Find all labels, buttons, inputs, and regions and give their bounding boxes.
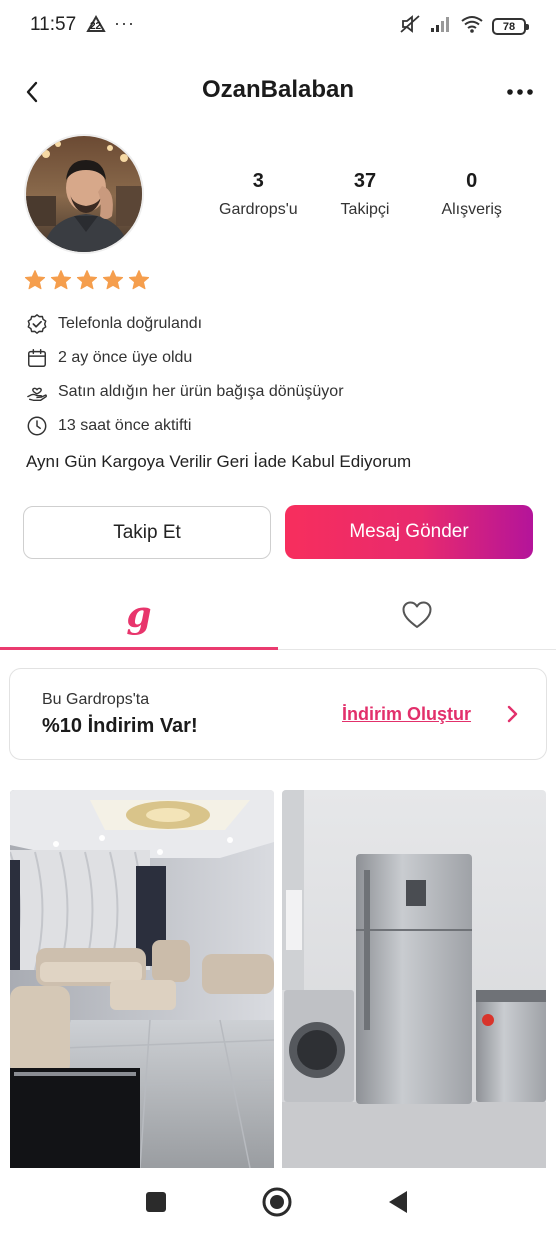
rating-stars[interactable]: [24, 269, 150, 291]
profile-tabs: g: [0, 580, 556, 650]
stat-label: Alışveriş: [441, 201, 502, 218]
product-card-living-room[interactable]: [10, 790, 274, 1168]
stat-value: 37: [353, 170, 377, 192]
more-options-button[interactable]: [500, 74, 540, 110]
stat-purchases[interactable]: 0 Alışveriş: [418, 170, 525, 219]
discount-card[interactable]: Bu Gardrops'ta %10 İndirim Var! İndirim …: [9, 668, 547, 760]
gardrops-logo-icon: g: [126, 594, 152, 636]
status-time: 11:57: [30, 14, 77, 35]
stat-label: Takipçi: [340, 201, 390, 218]
back-triangle-icon: [389, 1191, 407, 1213]
home-button[interactable]: [257, 1182, 297, 1222]
tab-gardrops[interactable]: g: [0, 580, 278, 650]
product-image: [10, 790, 274, 1168]
profile-bio: Aynı Gün Kargoya Verilir Geri İade Kabul…: [26, 452, 412, 471]
clock-icon: [26, 415, 48, 437]
profile-info-list: Telefonla doğrulandı 2 ay önce üye oldu …: [26, 307, 344, 443]
mute-vibrate-icon: [398, 14, 422, 39]
avatar-photo: [26, 136, 142, 252]
active-tab-indicator: [0, 647, 278, 650]
star-icon: [102, 270, 124, 290]
battery-icon: 78: [492, 18, 529, 35]
discount-headline: %10 İndirim Var!: [42, 715, 198, 737]
square-icon: [146, 1192, 166, 1212]
profile-header: OzanBalaban: [0, 62, 556, 122]
info-row-verified: Telefonla doğrulandı: [26, 307, 344, 341]
calendar-notification-icon: 22: [86, 14, 106, 34]
wifi-icon: [460, 15, 484, 38]
chevron-right-icon[interactable]: [506, 705, 518, 728]
status-indicators: 78: [398, 14, 529, 39]
stat-value: 0: [466, 170, 478, 192]
discount-caption: Bu Gardrops'ta: [42, 691, 150, 708]
signal-icon: [430, 15, 452, 38]
info-text: Telefonla doğrulandı: [58, 315, 203, 332]
stat-gardrops[interactable]: 3 Gardrops'u: [205, 170, 312, 219]
tab-favorites[interactable]: [278, 580, 556, 650]
back-nav-button[interactable]: [378, 1182, 418, 1222]
star-icon: [50, 270, 72, 290]
info-row-member-since: 2 ay önce üye oldu: [26, 341, 344, 375]
info-row-last-active: 13 saat önce aktifti: [26, 409, 344, 443]
product-card-refrigerator[interactable]: [282, 790, 546, 1168]
recent-apps-button[interactable]: [136, 1182, 176, 1222]
star-icon: [24, 270, 46, 290]
calendar-icon: [26, 347, 48, 369]
send-message-button[interactable]: Mesaj Gönder: [285, 505, 533, 559]
product-image: [282, 790, 546, 1168]
more-dots-icon: [507, 89, 533, 95]
donation-hand-icon: [26, 381, 48, 403]
info-text: 13 saat önce aktifti: [58, 417, 192, 434]
stat-label: Gardrops'u: [219, 201, 298, 218]
info-text: Satın aldığın her ürün bağışa dönüşüyor: [58, 383, 344, 400]
notification-badge-text: 22: [90, 20, 102, 32]
system-navigation-bar: [0, 1168, 556, 1235]
page-title: OzanBalaban: [201, 76, 355, 103]
create-discount-link[interactable]: İndirim Oluştur: [342, 704, 471, 725]
status-notifications: 22 ···: [86, 13, 135, 34]
follow-button[interactable]: Takip Et: [23, 506, 271, 559]
stat-value: 3: [252, 170, 264, 192]
star-icon: [76, 270, 98, 290]
home-circle-icon: [262, 1187, 292, 1217]
stat-followers[interactable]: 37 Takipçi: [312, 170, 419, 219]
star-icon: [128, 270, 150, 290]
avatar[interactable]: [24, 134, 144, 254]
status-bar: 11:57 22 ··· 78: [0, 0, 556, 52]
more-notifications-icon: ···: [114, 13, 135, 33]
info-row-donation: Satın aldığın her ürün bağışa dönüşüyor: [26, 375, 344, 409]
profile-stats: 3 Gardrops'u 37 Takipçi 0 Alışveriş: [205, 170, 525, 219]
verified-badge-icon: [26, 313, 48, 335]
info-text: 2 ay önce üye oldu: [58, 349, 193, 366]
heart-icon: [402, 601, 432, 628]
